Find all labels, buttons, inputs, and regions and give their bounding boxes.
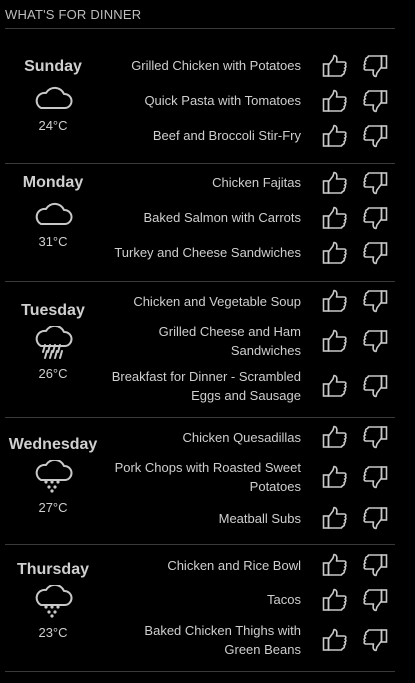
thumbs-down-icon[interactable]	[355, 553, 395, 577]
day-summary: Sunday 24°C	[5, 48, 101, 163]
day-summary: Thursday 23°C	[5, 545, 101, 671]
page-title: WHAT'S FOR DINNER	[5, 7, 395, 29]
thumbs-up-icon[interactable]	[315, 206, 355, 230]
meal-row: Grilled Chicken with Potatoes	[101, 48, 395, 83]
meal-name: Chicken Quesadillas	[182, 429, 301, 445]
meal-list: Grilled Chicken with Potatoes Quick Past…	[101, 48, 395, 163]
rain-icon	[32, 326, 74, 360]
day-name: Thursday	[16, 561, 89, 578]
thumbs-up-icon[interactable]	[315, 465, 355, 489]
meal-row: Baked Salmon with Carrots	[101, 200, 395, 235]
meal-row: Turkey and Cheese Sandwiches	[101, 235, 395, 270]
thumbs-up-icon[interactable]	[315, 374, 355, 398]
thumbs-up-icon[interactable]	[315, 54, 355, 78]
meal-row: Chicken Quesadillas	[101, 420, 395, 454]
thumbs-down-icon[interactable]	[355, 206, 395, 230]
meal-name: Chicken and Rice Bowl	[167, 557, 301, 573]
day-block: Wednesday 27°C Chicken Quesadillas Pork …	[5, 418, 395, 545]
thumbs-up-icon[interactable]	[315, 628, 355, 652]
day-name: Wednesday	[8, 436, 98, 453]
day-name: Monday	[22, 174, 84, 191]
meal-name: Baked Chicken Thighs with Green Beans	[144, 622, 301, 657]
showers-icon	[32, 585, 74, 619]
thumbs-down-icon[interactable]	[355, 329, 395, 353]
thumbs-down-icon[interactable]	[355, 506, 395, 530]
day-summary: Tuesday 26°C	[5, 282, 101, 417]
thumbs-down-icon[interactable]	[355, 289, 395, 313]
meal-name: Tacos	[267, 592, 301, 607]
meal-name: Chicken Fajitas	[212, 175, 301, 190]
day-summary: Wednesday 27°C	[5, 418, 101, 544]
meal-row: Beef and Broccoli Stir-Fry	[101, 118, 395, 153]
day-temperature: 26°C	[38, 366, 68, 381]
thumbs-down-icon[interactable]	[355, 171, 395, 195]
meal-name: Grilled Cheese and Ham Sandwiches	[158, 323, 301, 358]
meal-row: Meatball Subs	[101, 500, 395, 536]
thumbs-down-icon[interactable]	[355, 54, 395, 78]
day-list: Sunday 24°C Grilled Chicken with Potatoe…	[5, 48, 395, 672]
thumbs-down-icon[interactable]	[355, 124, 395, 148]
thumbs-up-icon[interactable]	[315, 171, 355, 195]
thumbs-down-icon[interactable]	[355, 465, 395, 489]
meal-row: Tacos	[101, 582, 395, 617]
thumbs-up-icon[interactable]	[315, 506, 355, 530]
thumbs-up-icon[interactable]	[315, 289, 355, 313]
thumbs-down-icon[interactable]	[355, 241, 395, 265]
meal-list: Chicken Fajitas Baked Salmon with Carrot…	[101, 164, 395, 281]
meal-row: Breakfast for Dinner - Scrambled Eggs an…	[101, 363, 395, 408]
meal-row: Baked Chicken Thighs with Green Beans	[101, 617, 395, 662]
meal-name: Quick Pasta with Tomatoes	[144, 93, 301, 108]
meal-list: Chicken and Vegetable Soup Grilled Chees…	[101, 282, 395, 417]
meal-name: Turkey and Cheese Sandwiches	[114, 245, 301, 260]
meal-row: Grilled Cheese and Ham Sandwiches	[101, 318, 395, 363]
day-block: Sunday 24°C Grilled Chicken with Potatoe…	[5, 48, 395, 164]
meal-name: Meatball Subs	[218, 510, 301, 526]
meal-name: Chicken and Vegetable Soup	[133, 293, 301, 309]
meal-row: Pork Chops with Roasted Sweet Potatoes	[101, 454, 395, 500]
day-temperature: 24°C	[38, 118, 68, 133]
day-name: Tuesday	[21, 302, 85, 319]
meal-row: Chicken and Rice Bowl	[101, 548, 395, 582]
thumbs-down-icon[interactable]	[355, 89, 395, 113]
thumbs-down-icon[interactable]	[355, 374, 395, 398]
day-block: Thursday 23°C Chicken and Rice Bowl Taco…	[5, 545, 395, 672]
showers-icon	[32, 460, 74, 494]
meal-row: Quick Pasta with Tomatoes	[101, 83, 395, 118]
day-temperature: 23°C	[38, 625, 68, 640]
thumbs-up-icon[interactable]	[315, 241, 355, 265]
thumbs-down-icon[interactable]	[355, 425, 395, 449]
day-name: Sunday	[24, 58, 82, 75]
thumbs-up-icon[interactable]	[315, 425, 355, 449]
day-summary: Monday 31°C	[5, 164, 101, 281]
thumbs-down-icon[interactable]	[355, 628, 395, 652]
meal-list: Chicken Quesadillas Pork Chops with Roas…	[101, 418, 395, 544]
day-temperature: 31°C	[38, 234, 68, 249]
thumbs-up-icon[interactable]	[315, 553, 355, 577]
thumbs-up-icon[interactable]	[315, 329, 355, 353]
day-block: Tuesday 26°C Chicken and Vegetable Soup …	[5, 282, 395, 418]
day-block: Monday 31°C Chicken Fajitas Baked Salmon…	[5, 164, 395, 282]
thumbs-up-icon[interactable]	[315, 124, 355, 148]
meal-name: Grilled Chicken with Potatoes	[131, 58, 301, 73]
thumbs-up-icon[interactable]	[315, 588, 355, 612]
day-temperature: 27°C	[38, 500, 68, 515]
meal-row: Chicken Fajitas	[101, 165, 395, 200]
meal-name: Baked Salmon with Carrots	[143, 210, 301, 225]
meal-name: Breakfast for Dinner - Scrambled Eggs an…	[111, 368, 301, 403]
cloudy-icon	[32, 82, 74, 112]
thumbs-down-icon[interactable]	[355, 588, 395, 612]
meal-list: Chicken and Rice Bowl Tacos Baked Chicke…	[101, 545, 395, 671]
thumbs-up-icon[interactable]	[315, 89, 355, 113]
meal-name: Beef and Broccoli Stir-Fry	[152, 128, 301, 143]
meal-name: Pork Chops with Roasted Sweet Potatoes	[114, 460, 301, 494]
cloudy-icon	[32, 198, 74, 228]
meal-row: Chicken and Vegetable Soup	[101, 284, 395, 318]
